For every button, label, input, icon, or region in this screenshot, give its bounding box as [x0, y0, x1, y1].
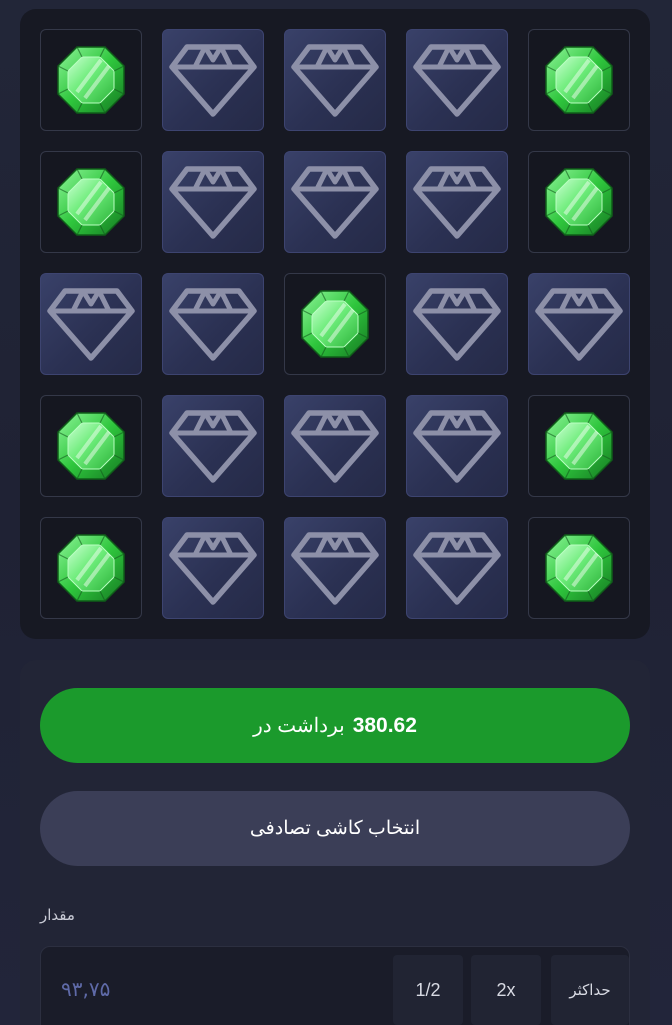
tile-revealed-gem[interactable] — [528, 395, 630, 497]
diamond-outline-icon — [169, 44, 257, 117]
diamond-outline-icon — [413, 288, 501, 361]
tile-hidden[interactable] — [162, 29, 264, 131]
tile-revealed-gem[interactable] — [40, 395, 142, 497]
cashout-label: برداشت در — [253, 715, 345, 737]
bet-panel: 380.62 برداشت در انتخاب کاشی تصادفی مقدا… — [20, 660, 650, 1025]
tile-hidden[interactable] — [162, 395, 264, 497]
amount-label: مقدار — [40, 906, 75, 924]
tile-hidden[interactable] — [162, 517, 264, 619]
game-board — [20, 9, 650, 639]
tile-revealed-gem[interactable] — [40, 29, 142, 131]
mines-game-screen: 380.62 برداشت در انتخاب کاشی تصادفی مقدا… — [0, 0, 672, 1025]
tile-hidden[interactable] — [284, 29, 386, 131]
tile-hidden[interactable] — [406, 151, 508, 253]
emerald-gem-icon — [545, 46, 613, 114]
amount-input[interactable] — [61, 969, 261, 1009]
tile-hidden[interactable] — [40, 273, 142, 375]
diamond-outline-icon — [291, 410, 379, 483]
emerald-gem-icon — [545, 412, 613, 480]
random-tile-button[interactable]: انتخاب کاشی تصادفی — [40, 791, 630, 866]
diamond-outline-icon — [413, 166, 501, 239]
tile-hidden[interactable] — [406, 517, 508, 619]
diamond-outline-icon — [535, 288, 623, 361]
tile-hidden[interactable] — [162, 151, 264, 253]
emerald-gem-icon — [57, 534, 125, 602]
amount-field-group: 1/2 2x حداکثر — [40, 946, 630, 1025]
max-bet-button[interactable]: حداکثر — [551, 955, 629, 1025]
tile-revealed-gem[interactable] — [40, 151, 142, 253]
diamond-outline-icon — [169, 410, 257, 483]
diamond-outline-icon — [47, 288, 135, 361]
tile-hidden[interactable] — [406, 273, 508, 375]
tile-hidden[interactable] — [284, 151, 386, 253]
diamond-outline-icon — [169, 532, 257, 605]
tile-hidden[interactable] — [406, 395, 508, 497]
tile-hidden[interactable] — [284, 517, 386, 619]
diamond-outline-icon — [413, 532, 501, 605]
diamond-outline-icon — [413, 44, 501, 117]
tile-revealed-gem[interactable] — [528, 151, 630, 253]
diamond-outline-icon — [291, 166, 379, 239]
diamond-outline-icon — [169, 166, 257, 239]
double-bet-button[interactable]: 2x — [471, 955, 541, 1025]
tile-revealed-gem[interactable] — [40, 517, 142, 619]
diamond-outline-icon — [169, 288, 257, 361]
tile-revealed-gem[interactable] — [528, 29, 630, 131]
half-bet-button[interactable]: 1/2 — [393, 955, 463, 1025]
emerald-gem-icon — [545, 534, 613, 602]
tile-revealed-gem[interactable] — [528, 517, 630, 619]
emerald-gem-icon — [57, 412, 125, 480]
tile-hidden[interactable] — [284, 395, 386, 497]
diamond-outline-icon — [291, 532, 379, 605]
emerald-gem-icon — [545, 168, 613, 236]
tile-revealed-gem[interactable] — [284, 273, 386, 375]
emerald-gem-icon — [57, 168, 125, 236]
emerald-gem-icon — [301, 290, 369, 358]
emerald-gem-icon — [57, 46, 125, 114]
tile-hidden[interactable] — [528, 273, 630, 375]
tile-hidden[interactable] — [162, 273, 264, 375]
cashout-button[interactable]: 380.62 برداشت در — [40, 688, 630, 763]
diamond-outline-icon — [413, 410, 501, 483]
cashout-amount: 380.62 — [352, 713, 417, 737]
tile-hidden[interactable] — [406, 29, 508, 131]
diamond-outline-icon — [291, 44, 379, 117]
